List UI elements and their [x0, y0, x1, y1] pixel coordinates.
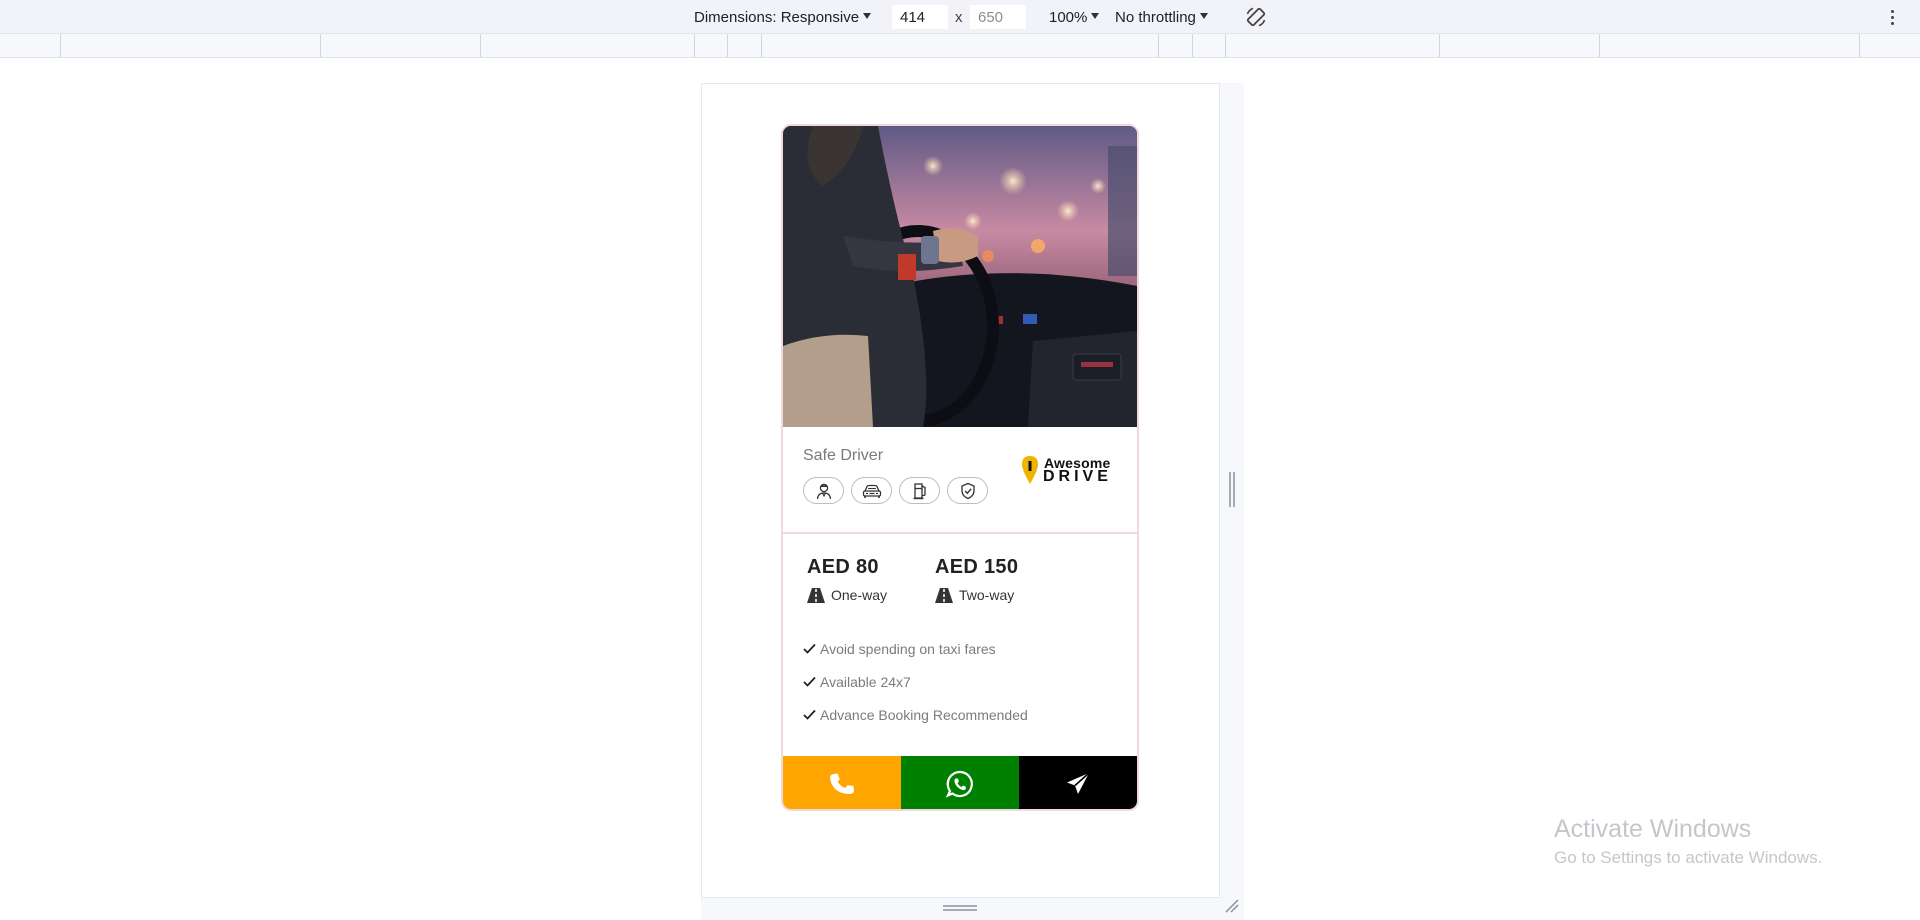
throttling-label: No throttling [1115, 8, 1196, 26]
whatsapp-icon [945, 770, 973, 798]
feature-badge [803, 477, 844, 504]
feature-icons [803, 477, 988, 504]
list-item: Avoid spending on taxi fares [803, 632, 1028, 665]
resize-handle-bottom[interactable] [943, 905, 977, 911]
width-input[interactable] [892, 5, 948, 29]
price-one-way: AED 80 One-way [807, 556, 887, 603]
service-card: Safe Driver Awesome DRIVE AED 80 One-way… [781, 124, 1139, 811]
price-two-way: AED 150 Two-way [935, 556, 1018, 603]
brand-logo: Awesome DRIVE [1021, 453, 1117, 487]
zoom-dropdown[interactable]: 100% [1049, 0, 1100, 34]
chevron-down-icon [863, 13, 872, 19]
card-info: Safe Driver Awesome DRIVE [783, 427, 1137, 534]
check-icon [803, 676, 816, 687]
feature-badge [899, 477, 940, 504]
logo-text-bottom: DRIVE [1043, 468, 1112, 485]
dimension-separator: x [955, 8, 963, 26]
price-label: One-way [831, 587, 888, 603]
chevron-down-icon [1199, 13, 1208, 19]
rotate-icon [1246, 7, 1266, 27]
whatsapp-button[interactable] [901, 756, 1019, 809]
road-icon [935, 587, 953, 603]
list-item: Advance Booking Recommended [803, 698, 1028, 731]
price-value: AED 80 [807, 556, 879, 578]
zoom-label: 100% [1049, 8, 1088, 26]
watermark-title: Activate Windows [1554, 815, 1752, 843]
call-button[interactable] [783, 756, 901, 809]
list-item: Available 24x7 [803, 665, 1028, 698]
benefits-list: Avoid spending on taxi fares Available 2… [803, 632, 1028, 731]
car-icon [862, 484, 881, 498]
resize-corner-icon[interactable] [1224, 898, 1240, 914]
feature-badge [947, 477, 988, 504]
road-icon [807, 587, 825, 603]
price-value: AED 150 [935, 556, 1019, 578]
watermark-subtitle: Go to Settings to activate Windows. [1554, 848, 1823, 867]
resize-handle-right[interactable] [1229, 472, 1235, 507]
windows-activation-watermark: Activate Windows Go to Settings to activ… [1554, 815, 1822, 868]
fuel-pump-icon [913, 482, 926, 499]
benefit-text: Advance Booking Recommended [820, 706, 1028, 723]
kebab-menu-icon [1891, 9, 1894, 25]
send-button[interactable] [1019, 756, 1137, 809]
feature-badge [851, 477, 892, 504]
more-options-button[interactable] [1891, 0, 1894, 34]
card-title: Safe Driver [803, 447, 884, 464]
map-pin-icon [1022, 456, 1038, 484]
shield-check-icon [960, 482, 975, 499]
phone-icon [830, 773, 854, 794]
chevron-down-icon [1091, 13, 1100, 19]
rotate-button[interactable] [1244, 0, 1268, 34]
dimensions-label: Dimensions: Responsive [694, 8, 860, 26]
devtools-device-toolbar: Dimensions: Responsive x 100% No throttl… [0, 0, 1920, 34]
height-input[interactable] [970, 5, 1026, 29]
check-icon [803, 709, 816, 720]
driver-photo [783, 126, 1137, 427]
action-bar [783, 756, 1137, 809]
price-label: Two-way [959, 587, 1015, 603]
check-icon [803, 643, 816, 654]
benefit-text: Available 24x7 [820, 673, 911, 690]
dimensions-dropdown[interactable]: Dimensions: Responsive [694, 0, 872, 34]
throttling-dropdown[interactable]: No throttling [1115, 0, 1208, 34]
send-icon [1067, 771, 1090, 794]
driver-icon [816, 483, 831, 499]
media-query-ruler [0, 34, 1920, 58]
pricing: AED 80 One-way AED 150 Two-way [783, 534, 1137, 614]
benefit-text: Avoid spending on taxi fares [820, 640, 996, 657]
